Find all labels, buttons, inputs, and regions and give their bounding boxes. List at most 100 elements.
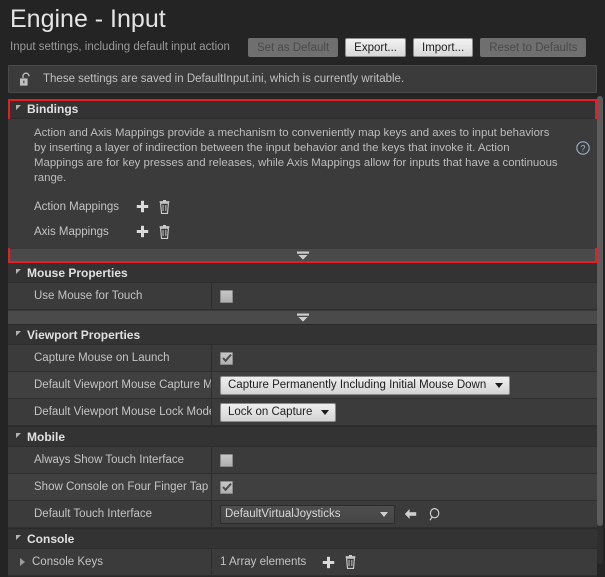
axis-mappings-label: Axis Mappings [34,225,109,238]
clear-action-mappings-button[interactable] [154,198,174,216]
plus-icon [136,225,148,238]
chevron-down-icon [495,382,504,388]
label-use-mouse-for-touch: Use Mouse for Touch [8,283,212,309]
section-bindings: Bindings Action and Axis Mappings provid… [8,99,597,263]
label-always-show-touch-interface: Always Show Touch Interface [8,447,212,473]
value-use-mouse-for-touch [212,283,597,309]
section-console: Console Console Keys 1 Array elements [8,529,597,577]
bindings-expand-strip[interactable] [8,248,597,262]
value-always-show-touch-interface [212,447,597,473]
row-capture-mouse-on-launch: Capture Mouse on Launch [8,345,597,372]
magnifier-icon [429,507,439,521]
scrollbar-thumb[interactable] [597,96,603,526]
chevron-down-icon [16,105,21,110]
action-mappings-label: Action Mappings [34,200,120,213]
import-button[interactable]: Import... [413,37,474,57]
label-show-console-on-four-finger-tap: Show Console on Four Finger Tap [8,474,212,500]
svg-text:?: ? [580,143,585,153]
value-default-viewport-mouse-lock-mode: Lock on Capture [212,399,597,425]
section-header-console[interactable]: Console [8,529,597,549]
checkbox-use-mouse-for-touch[interactable] [220,289,233,303]
trash-icon [345,555,356,569]
chevron-down-icon [16,433,21,438]
row-console-keys: Console Keys 1 Array elements [8,549,597,576]
section-mobile: Mobile Always Show Touch Interface Show … [8,427,597,529]
combo-value-capture-mode: Capture Permanently Including Initial Mo… [228,379,487,391]
clear-console-keys-button[interactable] [340,553,360,571]
chevron-right-icon [20,558,25,566]
section-title-console: Console [27,531,75,546]
plus-icon [136,200,148,213]
combo-value-lock-mode: Lock on Capture [228,406,313,418]
settings-header: Engine - Input Input settings, including… [0,0,605,60]
browse-to-asset-button[interactable] [425,505,445,523]
bindings-description: Action and Axis Mappings provide a mecha… [34,127,558,184]
reset-to-defaults-button[interactable]: Reset to Defaults [480,37,587,57]
row-default-viewport-mouse-lock-mode: Default Viewport Mouse Lock Mode Lock on… [8,399,597,426]
use-selected-asset-button[interactable] [400,505,420,523]
unlocked-padlock-icon [20,72,30,86]
label-console-keys-container[interactable]: Console Keys [8,549,212,575]
row-use-mouse-for-touch: Use Mouse for Touch [8,283,597,310]
value-console-keys: 1 Array elements [212,549,597,575]
asset-value-default-touch-interface: DefaultVirtualJoysticks [225,508,341,520]
row-default-viewport-mouse-capture-mode: Default Viewport Mouse Capture M Capture… [8,372,597,399]
checkbox-capture-mouse-on-launch[interactable] [220,351,233,365]
chevron-down-icon [16,269,21,274]
bindings-body: Action and Axis Mappings provide a mecha… [8,119,597,248]
checkbox-show-console-on-four-finger-tap[interactable] [220,480,233,494]
value-default-touch-interface: DefaultVirtualJoysticks [212,501,597,527]
question-circle-icon[interactable]: ? [576,141,590,155]
settings-file-notice: These settings are saved in DefaultInput… [8,65,597,93]
label-default-viewport-mouse-lock-mode: Default Viewport Mouse Lock Mode [8,399,212,425]
row-show-console-on-four-finger-tap: Show Console on Four Finger Tap [8,474,597,501]
plus-icon [322,556,334,568]
panel-scrollbar[interactable] [597,96,603,564]
clear-axis-mappings-button[interactable] [154,223,174,241]
chevron-down-icon [16,331,21,336]
asset-picker-default-touch-interface[interactable]: DefaultVirtualJoysticks [220,504,395,524]
action-mappings-row: Action Mappings [34,194,587,219]
axis-mappings-row: Axis Mappings [34,219,587,244]
section-mouse-properties: Mouse Properties Use Mouse for Touch [8,263,597,325]
expand-more-icon [296,251,309,260]
trash-icon [159,199,169,214]
trash-icon [159,224,169,239]
label-default-viewport-mouse-capture-mode: Default Viewport Mouse Capture M [8,372,212,398]
section-header-mouse-properties[interactable]: Mouse Properties [8,263,597,283]
row-default-touch-interface: Default Touch Interface DefaultVirtualJo… [8,501,597,528]
console-keys-array-count: 1 Array elements [220,556,307,568]
combo-default-viewport-mouse-lock-mode[interactable]: Lock on Capture [220,402,337,422]
subheader-row: Input settings, including default input … [8,34,597,60]
checkbox-always-show-touch-interface[interactable] [220,453,233,467]
value-show-console-on-four-finger-tap [212,474,597,500]
section-header-bindings[interactable]: Bindings [8,99,597,119]
section-header-viewport-properties[interactable]: Viewport Properties [8,325,597,345]
label-console-keys: Console Keys [32,556,103,568]
label-default-touch-interface: Default Touch Interface [8,501,212,527]
expand-more-icon [296,313,309,322]
mouse-properties-expand-strip[interactable] [8,310,597,324]
section-title-mobile: Mobile [27,429,65,444]
chevron-down-icon [380,511,388,517]
settings-panel: Bindings Action and Axis Mappings provid… [8,99,597,577]
page-title: Engine - Input [10,5,166,33]
section-title-bindings: Bindings [27,101,79,116]
export-button[interactable]: Export... [345,37,406,57]
page-subtitle: Input settings, including default input … [10,41,230,53]
row-always-show-touch-interface: Always Show Touch Interface [8,447,597,474]
checkmark-icon [221,353,232,363]
arrow-left-icon [404,509,416,519]
combo-default-viewport-mouse-capture-mode[interactable]: Capture Permanently Including Initial Mo… [220,375,511,395]
label-capture-mouse-on-launch: Capture Mouse on Launch [8,345,212,371]
section-title-viewport-properties: Viewport Properties [27,327,141,342]
add-action-mapping-button[interactable] [132,198,152,216]
header-button-group: Set as Default Export... Import... Reset… [247,37,587,57]
section-header-mobile[interactable]: Mobile [8,427,597,447]
value-capture-mouse-on-launch [212,345,597,371]
checkmark-icon [221,482,232,492]
set-as-default-button[interactable]: Set as Default [247,37,339,57]
section-viewport-properties: Viewport Properties Capture Mouse on Lau… [8,325,597,427]
add-console-key-button[interactable] [318,553,338,571]
add-axis-mapping-button[interactable] [132,223,152,241]
